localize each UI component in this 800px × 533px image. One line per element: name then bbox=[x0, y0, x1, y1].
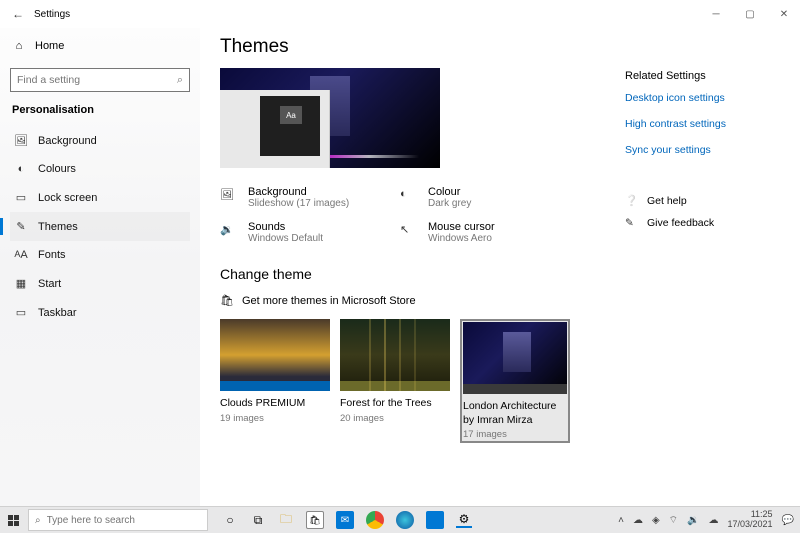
theme-card-clouds[interactable]: Clouds PREMIUM 19 images bbox=[220, 319, 330, 443]
theme-thumb bbox=[340, 319, 450, 391]
sidebar-home[interactable]: ⌂ Home bbox=[10, 34, 190, 58]
setting-cursor[interactable]: ↖ Mouse cursor Windows Aero bbox=[400, 221, 570, 244]
taskbar-clock[interactable]: 11:25 17/03/2021 bbox=[728, 510, 773, 530]
link-desktop-icons[interactable]: Desktop icon settings bbox=[625, 92, 786, 104]
sidebar-item-start[interactable]: ▦ Start bbox=[10, 269, 190, 298]
notifications-icon[interactable]: 💬 bbox=[782, 515, 794, 526]
search-icon: ⌕ bbox=[177, 74, 183, 87]
store-icon: 🛍 bbox=[220, 294, 234, 307]
theme-thumb bbox=[220, 319, 330, 391]
tray-network-icon[interactable]: ◈ bbox=[652, 515, 660, 526]
window-title: Settings bbox=[34, 9, 70, 20]
feedback-icon: ✎ bbox=[625, 217, 639, 229]
change-theme-header: Change theme bbox=[220, 266, 625, 282]
sidebar-item-colours[interactable]: ◐ Colours bbox=[10, 155, 190, 183]
tray-cloud-icon[interactable]: ☁ bbox=[633, 515, 643, 526]
sidebar-item-fonts[interactable]: AA Fonts bbox=[10, 241, 190, 269]
colour-icon: ◐ bbox=[400, 186, 418, 209]
taskbar-icon: ▭ bbox=[14, 306, 28, 319]
related-header: Related Settings bbox=[625, 70, 786, 82]
taskbar: ⌕ ○ ⧉ 🗀 🛍 ✉ ⚙ ˄ ☁ ◈ ⌔ 🔉 ☁ 11:25 17/03/20… bbox=[0, 506, 800, 533]
link-high-contrast[interactable]: High contrast settings bbox=[625, 118, 786, 130]
minimize-button[interactable]: ─ bbox=[708, 9, 724, 20]
page-title: Themes bbox=[220, 36, 625, 58]
get-help[interactable]: ❔ Get help bbox=[625, 194, 786, 207]
sounds-icon: 🔉 bbox=[220, 221, 238, 244]
windows-logo-icon bbox=[8, 515, 19, 526]
explorer-icon[interactable]: 🗀 bbox=[278, 512, 294, 528]
sidebar-section-header: Personalisation bbox=[12, 104, 190, 116]
setting-colour[interactable]: ◐ Colour Dark grey bbox=[400, 186, 570, 209]
link-sync-settings[interactable]: Sync your settings bbox=[625, 144, 786, 156]
home-icon: ⌂ bbox=[12, 40, 26, 52]
theme-card-london[interactable]: London Architecture by Imran Mirza 17 im… bbox=[460, 319, 570, 443]
start-icon: ▦ bbox=[14, 277, 28, 290]
theme-card-forest[interactable]: Forest for the Trees 20 images bbox=[340, 319, 450, 443]
close-button[interactable]: ✕ bbox=[776, 9, 792, 20]
taskview-icon[interactable]: ⧉ bbox=[250, 512, 266, 528]
edge-icon[interactable] bbox=[396, 511, 414, 529]
home-label: Home bbox=[35, 40, 64, 52]
sidebar: ⌂ Home ⌕ Personalisation 🖼 Background ◐ … bbox=[0, 28, 200, 506]
store-app-icon[interactable]: 🛍 bbox=[306, 511, 324, 529]
tray-volume-icon[interactable]: 🔉 bbox=[687, 515, 699, 526]
setting-sounds[interactable]: 🔉 Sounds Windows Default bbox=[220, 221, 390, 244]
maximize-button[interactable]: ▢ bbox=[742, 9, 758, 20]
cursor-icon: ↖ bbox=[400, 221, 418, 244]
titlebar: ← Settings ─ ▢ ✕ bbox=[0, 0, 800, 28]
back-button[interactable]: ← bbox=[8, 7, 28, 21]
search-input[interactable] bbox=[17, 74, 177, 86]
mail-app-icon[interactable]: ✉ bbox=[336, 511, 354, 529]
themes-icon: ✎ bbox=[14, 220, 28, 233]
image-icon: 🖼 bbox=[14, 134, 28, 147]
palette-icon: ◐ bbox=[14, 163, 28, 175]
tray-chevron-icon[interactable]: ˄ bbox=[618, 515, 624, 526]
give-feedback[interactable]: ✎ Give feedback bbox=[625, 217, 786, 229]
settings-app-icon[interactable]: ⚙ bbox=[456, 512, 472, 528]
fonts-icon: AA bbox=[14, 249, 28, 261]
sidebar-item-themes[interactable]: ✎ Themes bbox=[10, 212, 190, 241]
setting-background[interactable]: 🖼 Background Slideshow (17 images) bbox=[220, 186, 390, 209]
help-icon: ❔ bbox=[625, 194, 639, 207]
store-link[interactable]: 🛍 Get more themes in Microsoft Store bbox=[220, 294, 625, 307]
main-panel: Themes Aa 🖼 Background Slideshow (17 ima… bbox=[200, 28, 625, 506]
start-button[interactable] bbox=[0, 507, 26, 533]
search-icon: ⌕ bbox=[35, 515, 41, 526]
chrome-icon[interactable] bbox=[366, 511, 384, 529]
theme-preview[interactable]: Aa bbox=[220, 68, 440, 168]
sidebar-item-taskbar[interactable]: ▭ Taskbar bbox=[10, 298, 190, 327]
app-icon[interactable] bbox=[426, 511, 444, 529]
tray-onedrive-icon[interactable]: ☁ bbox=[709, 515, 719, 526]
background-icon: 🖼 bbox=[220, 186, 238, 209]
search-input-wrapper[interactable]: ⌕ bbox=[10, 68, 190, 92]
theme-thumb bbox=[463, 322, 567, 394]
taskbar-search[interactable]: ⌕ bbox=[28, 509, 208, 531]
preview-font-sample: Aa bbox=[280, 106, 302, 124]
sidebar-item-lockscreen[interactable]: ▭ Lock screen bbox=[10, 183, 190, 212]
cortana-icon[interactable]: ○ bbox=[222, 512, 238, 528]
sidebar-item-background[interactable]: 🖼 Background bbox=[10, 126, 190, 155]
taskbar-search-input[interactable] bbox=[47, 515, 201, 526]
right-column: Related Settings Desktop icon settings H… bbox=[625, 28, 800, 506]
tray-wifi-icon[interactable]: ⌔ bbox=[669, 514, 678, 527]
lock-screen-icon: ▭ bbox=[14, 191, 28, 204]
